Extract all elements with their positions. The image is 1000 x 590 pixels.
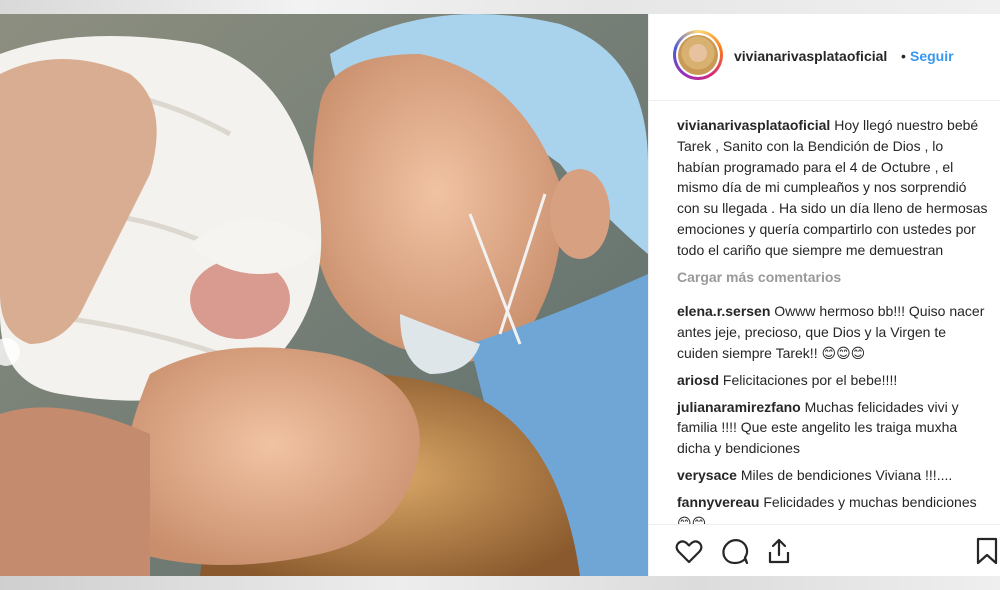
comment-item: fannyvereau Felicidades y muchas bendici… xyxy=(677,492,989,524)
heart-icon xyxy=(675,540,703,564)
save-button[interactable] xyxy=(971,535,1000,567)
comment-username[interactable]: julianaramirezfano xyxy=(677,399,801,415)
comment-button[interactable] xyxy=(719,535,751,567)
caption: vivianarivasplataoficial Hoy llegó nuest… xyxy=(677,115,989,261)
comment-item: julianaramirezfano Muchas felicidades vi… xyxy=(677,397,989,459)
share-button[interactable] xyxy=(763,535,795,567)
post-side-panel: vivianarivasplataoficial • Seguir vivian… xyxy=(648,14,1000,576)
newborn-photo-image xyxy=(0,14,648,576)
comment-item: elena.r.sersen Owww hermoso bb!!! Quiso … xyxy=(677,301,989,363)
like-button[interactable] xyxy=(673,535,705,567)
background-strip-top xyxy=(0,0,1000,14)
post-actions-bar xyxy=(649,524,1000,576)
comment-icon xyxy=(722,539,749,565)
comment-item: ariosd Felicitaciones por el bebe!!!! xyxy=(677,370,989,391)
comment-item: verysace Miles de bendiciones Viviana !!… xyxy=(677,465,989,486)
bookmark-icon xyxy=(976,537,998,565)
comments-list: vivianarivasplataoficial Hoy llegó nuest… xyxy=(677,115,989,524)
caption-text: Hoy llegó nuestro bebé Tarek , Sanito co… xyxy=(677,117,988,258)
caption-username[interactable]: vivianarivasplataoficial xyxy=(677,117,830,133)
comment-text: Felicitaciones por el bebe!!!! xyxy=(722,371,898,388)
comment-username[interactable]: verysace xyxy=(677,467,737,483)
comment-username[interactable]: ariosd xyxy=(677,372,719,388)
comment-text: Miles de bendiciones Viviana !!!.... xyxy=(740,466,953,483)
post-photo[interactable] xyxy=(0,14,648,576)
comment-username[interactable]: elena.r.sersen xyxy=(677,303,770,319)
background-strip-bottom xyxy=(0,576,1000,590)
load-more-comments-button[interactable]: Cargar más comentarios xyxy=(677,267,989,288)
comments-viewport[interactable]: vivianarivasplataoficial Hoy llegó nuest… xyxy=(649,14,1000,524)
share-icon xyxy=(768,538,790,564)
comment-username[interactable]: fannyvereau xyxy=(677,494,759,510)
